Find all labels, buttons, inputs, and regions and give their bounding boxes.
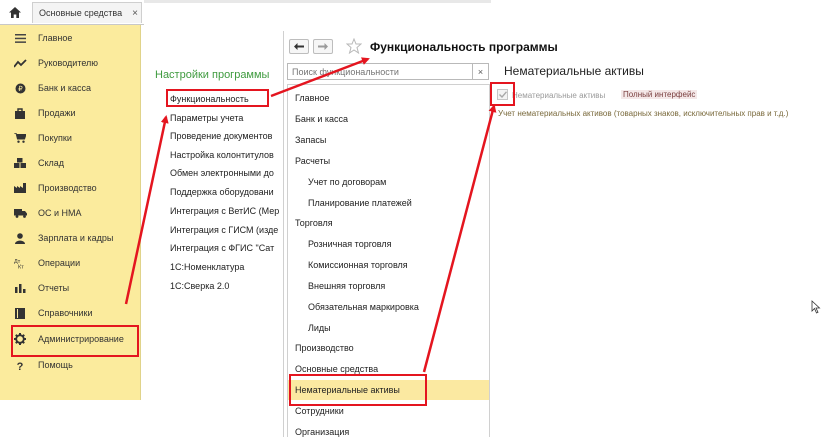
highlight-administration [11,325,139,357]
settings-panel: Настройки программы Функциональность Пар… [0,0,283,300]
settings-link-vetis[interactable]: Интеграция с ВетИС (Мер [170,206,279,216]
nav-item-leads[interactable]: Лиды [288,318,489,338]
question-icon: ? [13,358,27,372]
sidebar-item-directories[interactable]: Справочники [0,302,140,324]
settings-link-reconciliation[interactable]: 1С:Сверка 2.0 [170,281,229,291]
nav-item-commission[interactable]: Комиссионная торговля [288,255,489,275]
dialog-title: Функциональность программы [370,40,558,54]
settings-link-nomenclature[interactable]: 1С:Номенклатура [170,262,244,272]
nav-item-marking[interactable]: Обязательная маркировка [288,297,489,317]
nav-item-organization[interactable]: Организация [288,422,489,437]
nav-item-payment-planning[interactable]: Планирование платежей [288,193,489,213]
full-interface-badge: Полный интерфейс [621,90,698,99]
settings-link-accounting-parameters[interactable]: Параметры учета [170,113,243,123]
settings-link-equipment[interactable]: Поддержка оборудовани [170,187,274,197]
sidebar-item-help[interactable]: ? Помощь [0,354,140,376]
search-input[interactable] [287,63,473,80]
arrow-right-icon [318,43,328,50]
settings-link-document-posting[interactable]: Проведение документов [170,131,272,141]
nav-item-contracts[interactable]: Учет по договорам [288,172,489,192]
back-button[interactable] [289,39,309,54]
svg-text:?: ? [17,361,24,371]
nav-item-main[interactable]: Главное [288,88,489,108]
section-title: Нематериальные активы [504,64,644,78]
cursor-icon [811,300,821,314]
mouse-cursor [811,300,821,314]
nav-item-settlements[interactable]: Расчеты [288,151,489,171]
search-clear-button[interactable]: × [473,63,489,80]
book-icon [13,306,27,320]
nav-item-inventory[interactable]: Запасы [288,130,489,150]
nav-item-bank[interactable]: Банк и касса [288,109,489,129]
arrow-left-icon [294,43,304,50]
settings-link-fgis[interactable]: Интеграция с ФГИС "Сат [170,243,274,253]
nav-item-retail[interactable]: Розничная торговля [288,234,489,254]
checkbox-label: Нематериальные активы [512,91,606,100]
sidebar-item-label: Помощь [38,360,73,370]
nav-item-foreign-trade[interactable]: Внешняя торговля [288,276,489,296]
favorite-star-button[interactable] [345,37,363,55]
highlight-checkbox [490,82,515,106]
sidebar-item-label: Справочники [38,308,93,318]
nav-item-trade[interactable]: Торговля [288,213,489,233]
nav-item-production[interactable]: Производство [288,338,489,358]
forward-button[interactable] [313,39,333,54]
highlight-intangible-assets-nav [289,374,427,406]
settings-title: Настройки программы [155,69,270,81]
option-description: Учет нематериальных активов (товарных зн… [498,109,789,118]
settings-link-edi[interactable]: Обмен электронными до [170,168,274,178]
settings-link-gism[interactable]: Интеграция с ГИСМ (изде [170,225,278,235]
settings-link-headers-footers[interactable]: Настройка колонтитулов [170,150,274,160]
highlight-functionality [166,89,269,107]
star-icon [345,37,363,55]
